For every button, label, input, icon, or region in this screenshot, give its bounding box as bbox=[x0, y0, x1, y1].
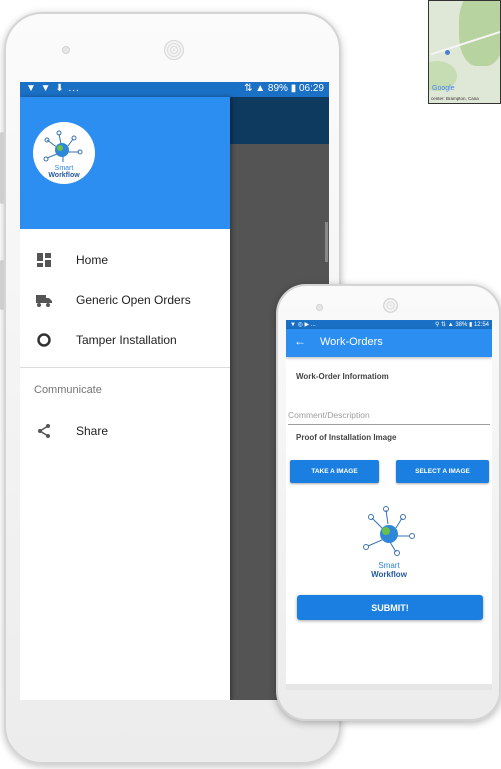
front-camera-icon bbox=[316, 304, 323, 311]
toolbar bbox=[230, 97, 329, 144]
menu-item-label: Home bbox=[76, 253, 109, 267]
map-center-label: center: Brampton, Cana bbox=[431, 96, 479, 101]
logo-text-line2: Workflow bbox=[371, 570, 408, 579]
truck-icon bbox=[36, 295, 52, 307]
logo-text-line1: Smart bbox=[55, 165, 74, 172]
status-icons-left: ▼ ◎ ▶ ... bbox=[290, 322, 316, 328]
logo-text-line2: Workflow bbox=[48, 172, 80, 179]
dashboard-icon bbox=[37, 253, 51, 267]
menu-item-tamper-installation[interactable]: Tamper Installation bbox=[20, 320, 230, 360]
menu-item-label: Generic Open Orders bbox=[76, 293, 191, 307]
front-camera-icon bbox=[62, 46, 70, 54]
phone-side-button bbox=[0, 260, 4, 310]
smart-workflow-logo: Smart Workflow bbox=[33, 122, 95, 184]
logo-text-line1: Smart bbox=[378, 561, 400, 570]
drawer-divider bbox=[20, 367, 230, 368]
navigation-bar bbox=[286, 684, 492, 690]
map-marker-icon bbox=[445, 50, 450, 55]
select-image-button[interactable]: SELECT A IMAGE bbox=[396, 460, 489, 483]
status-icons-right: ⚲ ⇅ ▲ 38% ▮ 12:54 bbox=[434, 322, 489, 328]
input-underline bbox=[288, 424, 490, 425]
app-bar: ← Work-Orders bbox=[286, 329, 492, 357]
menu-item-home[interactable]: Home bbox=[20, 240, 230, 280]
navigation-drawer: Smart Workflow Home Generic Open Orders bbox=[20, 97, 230, 700]
status-bar: ▼ ▼ ⬇ ... ⇅ ▲ 89% ▮ 06:29 bbox=[20, 82, 329, 97]
smart-workflow-logo: Smart Workflow bbox=[356, 502, 422, 582]
work-order-info-label: Work-Order Informatiom bbox=[296, 372, 389, 381]
share-icon bbox=[38, 424, 50, 438]
menu-item-share[interactable]: Share bbox=[20, 411, 230, 451]
earpiece-speaker-icon bbox=[164, 40, 184, 60]
earpiece-speaker-icon bbox=[383, 298, 398, 313]
map-thumbnail: Google center: Brampton, Cana bbox=[428, 0, 501, 104]
submit-button[interactable]: SUBMIT! bbox=[297, 595, 483, 620]
section-title: Communicate bbox=[34, 384, 102, 396]
status-icons-right: ⇅ ▲ 89% ▮ 06:29 bbox=[244, 83, 324, 94]
circle-icon bbox=[37, 333, 51, 347]
menu-item-generic-open-orders[interactable]: Generic Open Orders bbox=[20, 280, 230, 320]
page-title: Work-Orders bbox=[320, 336, 383, 348]
back-arrow-icon[interactable]: ← bbox=[294, 334, 306, 348]
form-phone-screen: ▼ ◎ ▶ ... ⚲ ⇅ ▲ 38% ▮ 12:54 ← Work-Order… bbox=[286, 320, 492, 690]
menu-item-label: Share bbox=[76, 424, 109, 438]
scrollbar[interactable] bbox=[325, 222, 328, 262]
drawer-header: Smart Workflow bbox=[20, 97, 230, 229]
status-bar: ▼ ◎ ▶ ... ⚲ ⇅ ▲ 38% ▮ 12:54 bbox=[286, 320, 492, 329]
take-image-button[interactable]: TAKE A IMAGE bbox=[290, 460, 379, 483]
comment-description-input[interactable]: Comment/Description bbox=[288, 410, 370, 420]
proof-of-installation-label: Proof of Installation Image bbox=[296, 433, 397, 442]
phone-side-button bbox=[0, 132, 4, 204]
map-google-label: Google bbox=[432, 85, 455, 92]
menu-item-label: Tamper Installation bbox=[76, 333, 177, 347]
status-icons-left: ▼ ▼ ⬇ ... bbox=[26, 83, 80, 94]
